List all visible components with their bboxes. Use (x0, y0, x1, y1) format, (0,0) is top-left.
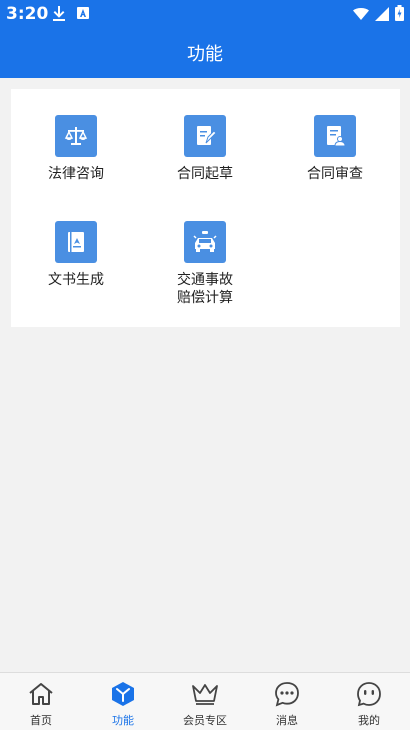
function-label: 法律咨询 (48, 166, 104, 182)
nav-function[interactable]: 功能 (82, 679, 164, 728)
function-grid: 法律咨询 合同起草 合同审查 文书生成 交通事故 赔偿计算 (11, 89, 400, 327)
nav-profile[interactable]: 我的 (328, 679, 410, 728)
signal-icon (375, 6, 389, 25)
home-icon (26, 679, 56, 709)
document-icon (55, 221, 97, 263)
download-icon (52, 5, 66, 25)
status-bar: 3:20 (0, 0, 410, 28)
nav-label: 功能 (112, 714, 134, 727)
app-notification-icon (76, 5, 90, 25)
message-icon (272, 679, 302, 709)
nav-messages[interactable]: 消息 (246, 679, 328, 728)
nav-label: 我的 (358, 714, 380, 727)
function-document-generation[interactable]: 文书生成 (11, 221, 141, 289)
car-accident-icon (184, 221, 226, 263)
function-label: 交通事故 赔偿计算 (177, 272, 233, 306)
nav-label: 会员专区 (183, 714, 227, 727)
status-time: 3:20 (6, 4, 49, 24)
function-traffic-accident-compensation[interactable]: 交通事故 赔偿计算 (140, 221, 270, 307)
function-cube-icon (108, 679, 138, 709)
notification-icons (52, 5, 90, 25)
function-legal-consultation[interactable]: 法律咨询 (11, 115, 141, 183)
function-label: 合同审查 (307, 166, 363, 182)
nav-home[interactable]: 首页 (0, 679, 82, 728)
system-icons (353, 5, 404, 25)
nav-label: 首页 (30, 714, 52, 727)
profile-face-icon (354, 679, 384, 709)
bottom-navigation: 首页 功能 会员专区 消息 我的 (0, 672, 410, 730)
battery-icon (395, 5, 404, 25)
crown-icon (190, 679, 220, 709)
wifi-icon (353, 6, 369, 25)
scales-icon (55, 115, 97, 157)
contract-draft-icon (184, 115, 226, 157)
app-bar: 功能 (0, 28, 410, 78)
function-contract-draft[interactable]: 合同起草 (140, 115, 270, 183)
function-label: 文书生成 (48, 272, 104, 288)
function-contract-review[interactable]: 合同审查 (270, 115, 400, 183)
contract-review-icon (314, 115, 356, 157)
page-title: 功能 (187, 44, 223, 65)
function-label: 合同起草 (177, 166, 233, 182)
nav-member-zone[interactable]: 会员专区 (164, 679, 246, 728)
nav-label: 消息 (276, 714, 298, 727)
